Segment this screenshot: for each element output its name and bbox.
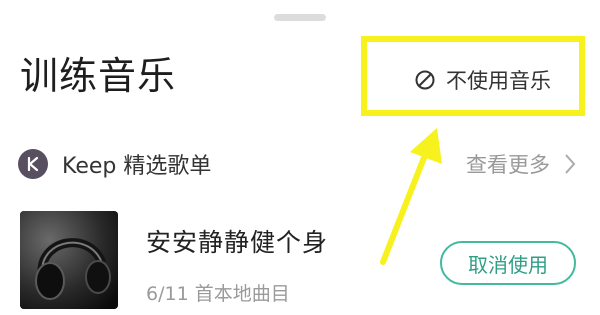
playlist-title: Keep 精选歌单 — [62, 154, 212, 179]
keep-logo-icon — [18, 149, 48, 179]
cancel-use-button[interactable]: 取消使用 — [440, 241, 576, 285]
headphones-cover — [20, 211, 118, 309]
track-item[interactable]: 安安静静健个身 6/11 首本地曲目 取消使用 — [20, 205, 590, 315]
track-subtitle: 6/11 首本地曲目 — [146, 283, 290, 305]
no-music-label: 不使用音乐 — [446, 69, 551, 93]
view-more-label: 查看更多 — [466, 153, 550, 177]
no-entry-icon — [415, 70, 435, 90]
drag-handle[interactable] — [274, 14, 326, 21]
track-name: 安安静静健个身 — [146, 228, 329, 257]
page-title: 训练音乐 — [20, 54, 177, 98]
no-music-button[interactable]: 不使用音乐 — [414, 62, 551, 98]
view-more-link[interactable]: 查看更多 — [466, 146, 576, 182]
playlist-header: Keep 精选歌单 查看更多 — [18, 146, 582, 182]
chevron-right-icon — [565, 154, 576, 174]
music-bottom-sheet: 训练音乐 不使用音乐 Keep 精选歌单 查看更多 安安静静健个身 6/11 首… — [0, 0, 600, 315]
